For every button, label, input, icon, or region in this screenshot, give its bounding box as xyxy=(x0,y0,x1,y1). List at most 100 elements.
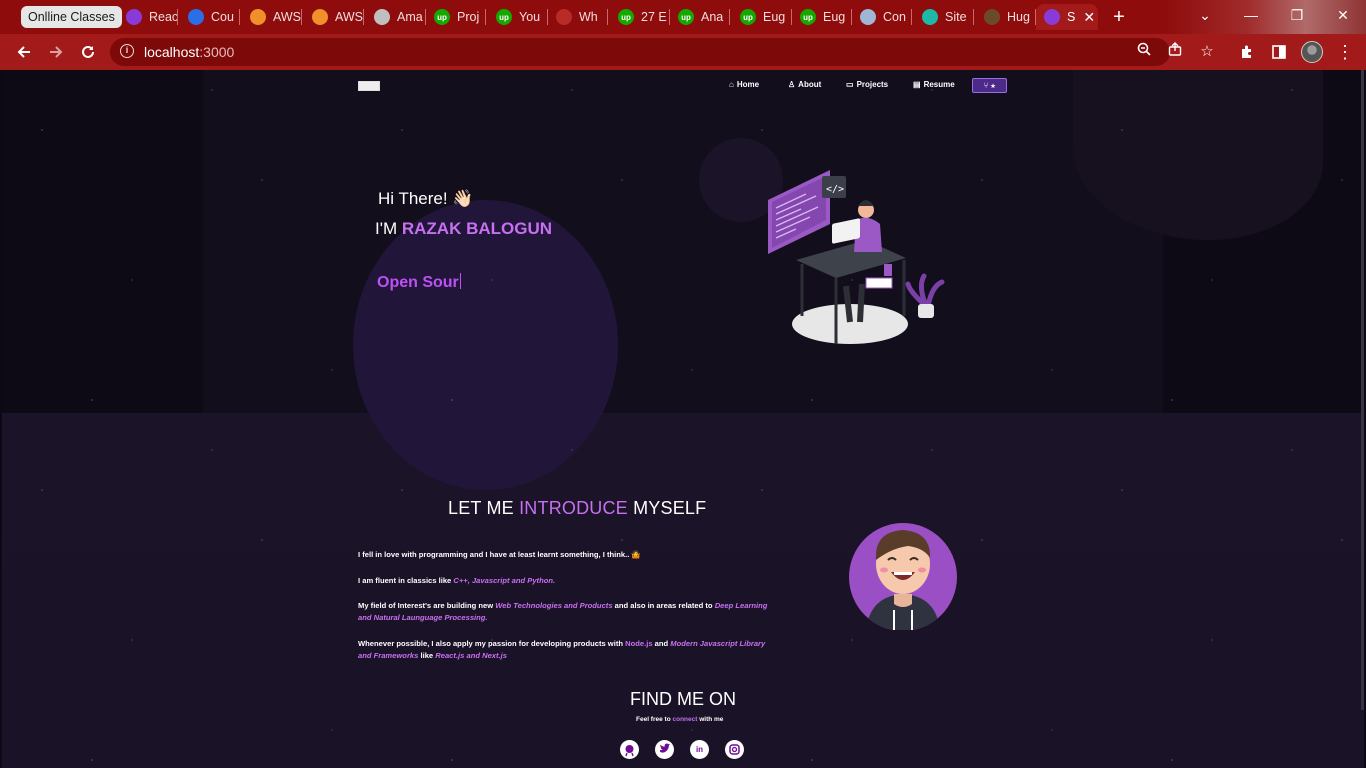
developer-illustration: </> xyxy=(768,170,945,344)
tab-separator xyxy=(363,9,364,25)
zoom-icon[interactable] xyxy=(1134,42,1154,62)
browser-tab[interactable]: Con xyxy=(852,4,912,30)
new-tab-button[interactable]: + xyxy=(1107,6,1131,28)
nav-about-label: About xyxy=(798,80,822,89)
browser-tab[interactable]: Wh xyxy=(548,4,608,30)
github-icon[interactable] xyxy=(620,740,639,759)
browser-tab-label: Ana xyxy=(701,10,724,24)
hero-name-line: I'M RAZAK BALOGUN xyxy=(375,219,552,239)
nav-projects[interactable]: ▭ Projects xyxy=(846,80,888,89)
find-sub-a: Feel free to xyxy=(636,716,673,723)
browser-tab-label: Hug xyxy=(1007,10,1030,24)
tab-strip: Onlline Classes Reac Cou AWS AWS Ama up Proj up… xyxy=(0,0,1366,34)
minimize-button[interactable]: — xyxy=(1228,0,1274,30)
find-me-heading: FIND ME ON xyxy=(630,689,736,709)
forward-arrow-icon[interactable] xyxy=(42,38,70,66)
document-icon: ▤ xyxy=(913,80,921,89)
find-me-subtext: Feel free to connect with me xyxy=(636,716,723,723)
about-p2-text: I am fluent in classics like xyxy=(358,576,454,585)
browser-tab[interactable]: up Eug xyxy=(792,4,852,30)
avatar-illustration xyxy=(849,523,957,630)
hero-name: RAZAK BALOGUN xyxy=(401,219,553,238)
address-bar[interactable]: i localhost:3000 ☆ xyxy=(110,38,1214,66)
about-p4-react-next: React.js and Next.js xyxy=(435,651,507,660)
bookmark-star-icon[interactable]: ☆ xyxy=(1197,42,1217,62)
restore-button[interactable]: ❐ xyxy=(1274,0,1320,30)
typewriter-text: Open Sour xyxy=(377,273,461,292)
globe-icon xyxy=(374,9,390,25)
nav-resume-label: Resume xyxy=(923,80,955,89)
browser-tab[interactable]: Site xyxy=(914,4,974,30)
tab-separator xyxy=(729,9,730,25)
site-info-icon[interactable]: i xyxy=(120,44,134,58)
diamond-icon xyxy=(922,9,938,25)
browser-tab-label: S xyxy=(1067,10,1076,24)
browser-tab-label: Con xyxy=(883,10,906,24)
extensions-puzzle-icon[interactable] xyxy=(1233,38,1261,66)
browser-tab[interactable]: up Ana xyxy=(670,4,730,30)
about-p4-text-c: like xyxy=(418,651,436,660)
hero-greeting: Hi There! 👋🏻 xyxy=(378,189,474,208)
browser-tab-label: Eug xyxy=(823,10,846,24)
browser-tab[interactable]: up Proj xyxy=(426,4,486,30)
svg-text:</>: </> xyxy=(826,184,844,195)
browser-tab[interactable]: up You xyxy=(488,4,548,30)
upwork-icon: up xyxy=(740,9,756,25)
github-fork-star-button[interactable]: ⑂ ★ xyxy=(972,78,1007,93)
browser-tab[interactable]: AWS xyxy=(304,4,364,30)
nav-home[interactable]: ⌂ Home xyxy=(729,80,759,89)
image-icon xyxy=(984,9,1000,25)
reload-icon[interactable] xyxy=(74,38,102,66)
aws-cube-icon xyxy=(312,9,328,25)
close-window-button[interactable]: ✕ xyxy=(1320,0,1366,30)
page-viewport: ⌂ Home ♙ About ▭ Projects ▤ Resume ⑂ ★ Hi Th… xyxy=(2,70,1364,768)
browser-tab[interactable]: Hug xyxy=(976,4,1036,30)
nav-about[interactable]: ♙ About xyxy=(788,80,821,89)
browser-tab-label: Ama xyxy=(397,10,423,24)
site-icon xyxy=(1044,9,1060,25)
browser-tab[interactable]: Reac xyxy=(118,4,178,30)
url-text[interactable]: localhost:3000 xyxy=(144,44,234,60)
browser-tab[interactable]: AWS xyxy=(242,4,302,30)
browser-tab-label: AWS xyxy=(273,10,302,24)
browser-tab-label: 27 E xyxy=(641,10,667,24)
browser-tab[interactable]: Ama xyxy=(366,4,426,30)
tab-search-chevron-icon[interactable]: ⌄ xyxy=(1182,0,1228,30)
browser-tab[interactable]: up Eug xyxy=(732,4,792,30)
tab-group-chip[interactable]: Onlline Classes xyxy=(21,6,122,28)
side-panel-icon[interactable] xyxy=(1265,38,1293,66)
glasses-icon xyxy=(860,9,876,25)
typewriter-cursor xyxy=(459,273,461,289)
browser-window: Onlline Classes Reac Cou AWS AWS Ama up Proj up… xyxy=(0,0,1366,768)
tab-separator xyxy=(177,9,178,25)
about-paragraph-3: My field of Interest's are building new … xyxy=(358,600,778,624)
share-icon[interactable] xyxy=(1165,42,1185,62)
more-menu-icon[interactable]: ⋮ xyxy=(1331,38,1359,66)
c-icon xyxy=(188,9,204,25)
back-arrow-icon[interactable] xyxy=(10,38,38,66)
about-p2-languages: C++, Javascript and Python. xyxy=(453,576,556,585)
upwork-icon: up xyxy=(800,9,816,25)
profile-avatar[interactable] xyxy=(1301,41,1323,63)
site-logo[interactable] xyxy=(358,81,380,91)
instagram-icon[interactable] xyxy=(725,740,744,759)
upwork-icon: up xyxy=(618,9,634,25)
browser-tab-label: Eug xyxy=(763,10,786,24)
upwork-icon: up xyxy=(678,9,694,25)
linkedin-icon[interactable]: in xyxy=(690,740,709,759)
browser-tab[interactable]: up 27 E xyxy=(610,4,670,30)
browser-tab[interactable]: S ✕ xyxy=(1036,4,1098,30)
about-p4-text-b: and xyxy=(652,639,671,648)
twitter-icon[interactable] xyxy=(655,740,674,759)
projects-icon: ▭ xyxy=(846,80,854,89)
typewriter-value: Open Sour xyxy=(377,274,459,291)
page-scrollbar[interactable] xyxy=(1361,70,1364,710)
intro-heading-c: MYSELF xyxy=(627,498,707,518)
tab-separator xyxy=(239,9,240,25)
nav-resume[interactable]: ▤ Resume xyxy=(913,80,955,89)
about-p3-highlight-a: Web Technologies and Products xyxy=(495,601,613,610)
close-tab-icon[interactable]: ✕ xyxy=(1083,9,1095,26)
browser-tab-label: You xyxy=(519,10,541,24)
home-icon: ⌂ xyxy=(729,80,734,89)
browser-tab[interactable]: Cou xyxy=(180,4,240,30)
